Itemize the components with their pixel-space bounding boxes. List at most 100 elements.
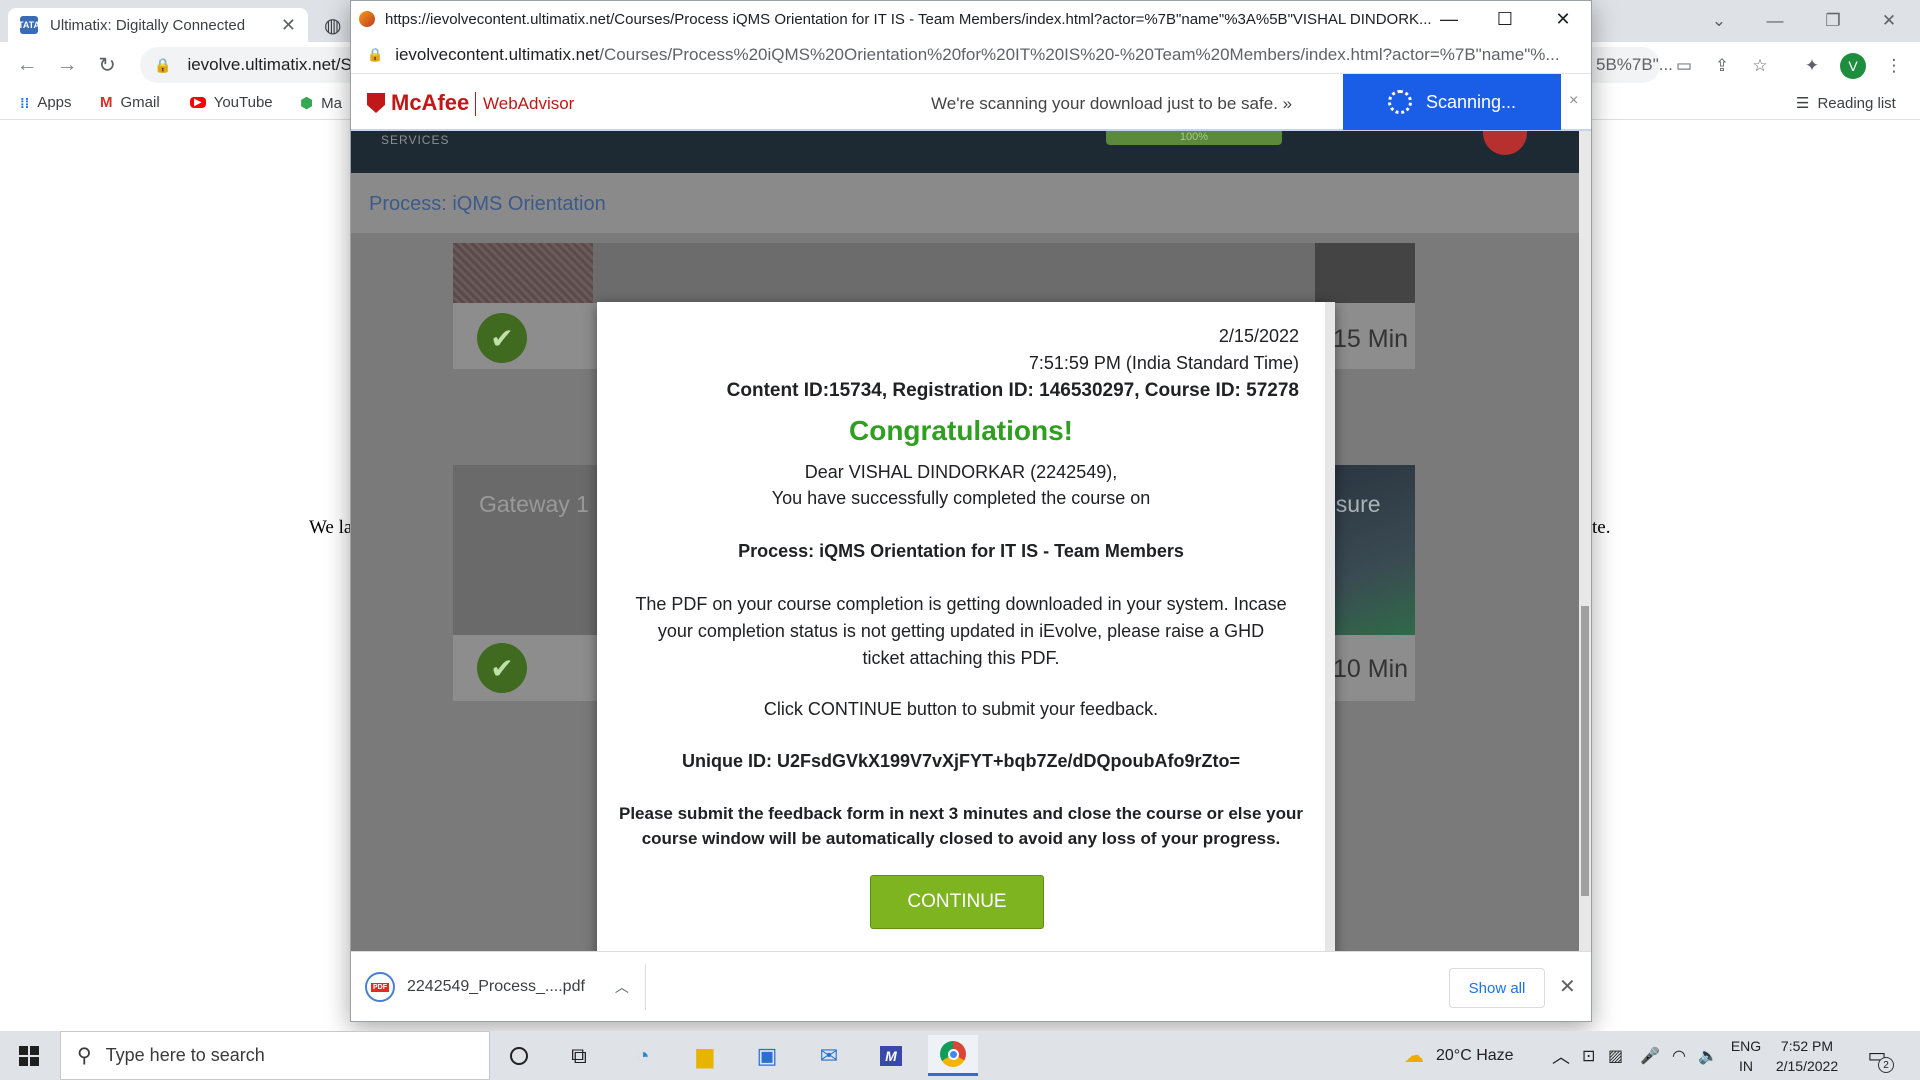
scrollbar-thumb[interactable] [1581, 606, 1589, 896]
bookmark-youtube[interactable]: ▶ YouTube [190, 94, 273, 111]
search-placeholder: Type here to search [105, 1045, 265, 1065]
cortana-icon[interactable] [494, 1035, 544, 1076]
pdf-notice-line-3: ticket attaching this PDF. [862, 648, 1060, 668]
mcafee-product-name: WebAdvisor [483, 94, 575, 113]
mcafee-close-icon[interactable]: × [1569, 92, 1578, 110]
completion-time: 7:51:59 PM (India Standard Time) [1028, 353, 1299, 373]
back-arrow-icon[interactable]: ← [12, 50, 42, 80]
tab-search-chevron-down-icon[interactable]: ⌄ [1696, 6, 1742, 36]
reading-list[interactable]: ☰ Reading list [1796, 94, 1896, 113]
show-hidden-icons-chevron-icon[interactable]: ︿ [1552, 1031, 1570, 1080]
apps-grid-icon: ⁞⁞ [20, 94, 30, 111]
bookmark-maps[interactable]: ⬢ Ma [300, 94, 342, 113]
tab-title: Ultimatix: Digitally Connected [50, 16, 246, 34]
popup-close-icon[interactable]: ✕ [1535, 4, 1591, 34]
wifi-icon[interactable]: ◠ [1672, 1031, 1686, 1080]
warning-line-2: course window will be automatically clos… [641, 829, 1281, 848]
profile-avatar[interactable]: V [1840, 53, 1866, 79]
completed-check-icon: ✔ [477, 643, 527, 693]
reload-icon[interactable]: ↻ [92, 50, 122, 80]
services-label: SERVICES [381, 133, 450, 147]
completion-date: 2/15/2022 [1218, 326, 1299, 346]
download-bar: PDF 2242549_Process_....pdf ︿ Show all ✕ [351, 951, 1591, 1021]
ultimatix-app-icon[interactable]: M [866, 1035, 916, 1076]
share-icon[interactable]: ⇪ [1710, 54, 1734, 78]
notification-center-icon[interactable]: ▭ 2 [1862, 1041, 1894, 1073]
show-all-button[interactable]: Show all [1449, 968, 1545, 1008]
microphone-icon[interactable]: 🎤 [1640, 1031, 1660, 1080]
cast-icon[interactable]: ▭ [1672, 54, 1696, 78]
continue-hint: Click CONTINUE button to submit your fee… [763, 699, 1159, 719]
course-popup-window: https://ievolvecontent.ultimatix.net/Cou… [350, 0, 1592, 1022]
extensions-puzzle-icon[interactable]: ✦ [1800, 54, 1824, 78]
bookmark-apps[interactable]: ⁞⁞ Apps [20, 94, 72, 111]
taskbar-search-input[interactable]: ⚲ Type here to search [60, 1031, 490, 1080]
download-item[interactable]: PDF 2242549_Process_....pdf ︿ [365, 964, 645, 1010]
edge-icon[interactable]: ◔ [618, 1035, 668, 1076]
microsoft-store-icon[interactable]: ▣ [742, 1035, 792, 1076]
module-card-image-right [1315, 243, 1415, 303]
popup-address-path: /Courses/Process%20iQMS%20Orientation%20… [599, 45, 1560, 64]
chrome-icon[interactable] [928, 1035, 978, 1076]
task-view-icon[interactable]: ⧉ [554, 1035, 604, 1076]
notification-count: 2 [1878, 1057, 1894, 1073]
completion-dialog: 2/15/2022 7:51:59 PM (India Standard Tim… [597, 302, 1335, 951]
close-window-icon[interactable]: ✕ [1866, 6, 1912, 36]
popup-minimize-icon[interactable]: — [1421, 4, 1477, 34]
scanning-status-button[interactable]: Scanning... [1343, 74, 1561, 130]
address-text: ievolve.ultimatix.net/Sc [187, 55, 361, 74]
device-icon[interactable]: ⊡ [1582, 1031, 1595, 1080]
bookmark-star-icon[interactable]: ☆ [1748, 54, 1772, 78]
lock-icon: 🔒 [154, 56, 172, 73]
course-title-bar: Process: iQMS Orientation [351, 173, 1579, 233]
minimize-icon[interactable]: — [1752, 6, 1798, 36]
mcafee-scan-message[interactable]: We're scanning your download just to be … [931, 94, 1292, 114]
user-avatar[interactable] [1483, 131, 1527, 155]
tab-ultimatix[interactable]: TATA Ultimatix: Digitally Connected ✕ [8, 8, 308, 42]
address-text-right: 5B%7B"... [1596, 55, 1673, 74]
restore-icon[interactable]: ❐ [1810, 6, 1856, 36]
gmail-icon: M [100, 94, 113, 111]
chevron-up-icon[interactable]: ︿ [615, 977, 629, 997]
bookmark-gmail[interactable]: M Gmail [100, 94, 160, 111]
file-explorer-icon[interactable]: ▆ [680, 1035, 730, 1076]
completed-text: You have successfully completed the cour… [771, 488, 1151, 508]
volume-icon[interactable]: 🔈 [1698, 1031, 1718, 1080]
mail-icon[interactable]: ✉ [804, 1035, 854, 1076]
download-bar-close-icon[interactable]: ✕ [1559, 974, 1576, 999]
weather-haze-icon: ☁ [1404, 1045, 1424, 1067]
warning-line-1: Please submit the feedback form in next … [619, 804, 1303, 823]
security-icon[interactable]: ▨ [1608, 1031, 1623, 1080]
menu-kebab-icon[interactable]: ⋮ [1882, 54, 1906, 78]
forward-arrow-icon[interactable]: → [52, 50, 82, 80]
mcafee-divider [475, 92, 476, 116]
mcafee-webadvisor-bar: McAfee WebAdvisor We're scanning your do… [351, 73, 1591, 131]
course-title[interactable]: Process: iQMS Orientation [369, 193, 606, 216]
completed-check-icon: ✔ [477, 313, 527, 363]
dialog-scrollbar[interactable] [1325, 302, 1335, 951]
close-icon[interactable]: ✕ [281, 15, 296, 36]
popup-address-bar[interactable]: 🔒 ievolvecontent.ultimatix.net /Courses/… [351, 37, 1591, 73]
mcafee-shield-icon [367, 93, 385, 113]
course-scrollbar[interactable] [1579, 131, 1591, 951]
scanning-spinner-icon [1387, 90, 1412, 114]
popup-favicon-icon [359, 11, 375, 27]
tab-second[interactable]: ◍ [312, 8, 352, 42]
system-clock[interactable]: 7:52 PM 2/15/2022 [1762, 1031, 1852, 1080]
course-progress-bar: 100% [1106, 131, 1282, 145]
windows-taskbar: ⚲ Type here to search ⧉ ◔ ▆ ▣ ✉ M ☁ 20°C… [0, 1031, 1920, 1080]
popup-titlebar: https://ievolvecontent.ultimatix.net/Cou… [351, 1, 1591, 37]
course-name: Process: iQMS Orientation for IT IS - Te… [738, 541, 1184, 561]
course-content: SERVICES 100% Process: iQMS Orientation … [351, 131, 1579, 951]
module-card-image [453, 243, 593, 303]
youtube-icon: ▶ [190, 97, 206, 108]
unique-id: Unique ID: U2FsdGVkX199V7vXjFYT+bqb7Ze/d… [681, 751, 1241, 771]
pdf-notice-line-2: your completion status is not getting up… [657, 621, 1265, 641]
tata-favicon-icon: TATA [18, 16, 40, 34]
start-button[interactable] [0, 1031, 58, 1080]
continue-button[interactable]: CONTINUE [870, 875, 1044, 929]
popup-maximize-icon[interactable]: ☐ [1477, 4, 1533, 34]
weather-widget[interactable]: ☁ 20°C Haze [1404, 1031, 1514, 1080]
completion-ids: Content ID:15734, Registration ID: 14653… [726, 380, 1299, 401]
module-card-title: Gateway 1 [479, 491, 589, 517]
